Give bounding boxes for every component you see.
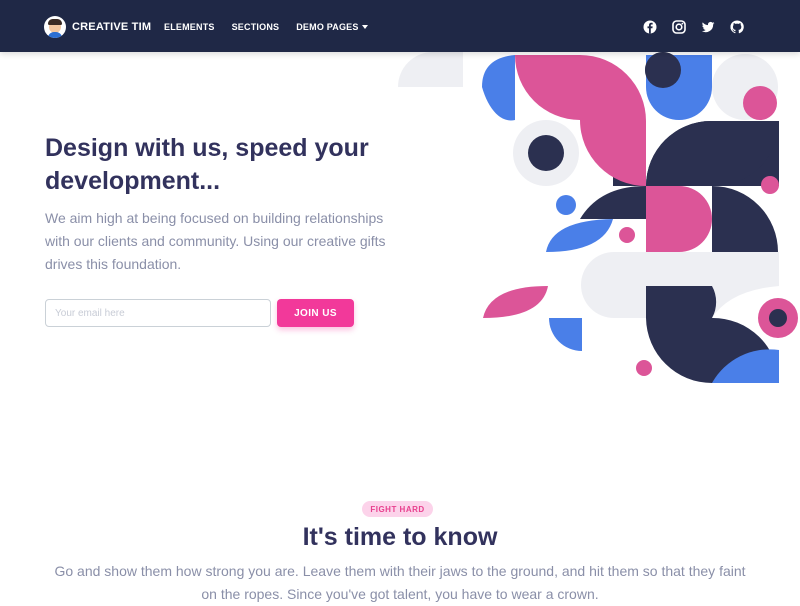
nav-link-elements[interactable]: ELEMENTS [164,22,215,32]
nav-link-sections[interactable]: SECTIONS [232,22,280,32]
social-icons [642,19,758,35]
chevron-down-icon [361,25,368,29]
hero-title: Design with us, speed your development..… [45,134,369,195]
twitter-icon[interactable] [700,19,716,35]
navbar: CREATIVE TIM ELEMENTS SECTIONS DEMO PAGE… [0,0,800,52]
github-icon[interactable] [729,19,745,35]
hero-description: We aim high at being focused on building… [45,210,386,272]
decorative-geometric-art [398,52,798,383]
section-title: It's time to know [302,523,498,551]
nav-link-demo-pages-label: DEMO PAGES [296,22,359,32]
instagram-icon[interactable] [671,19,687,35]
avatar-icon [44,16,66,38]
nav-link-demo-pages[interactable]: DEMO PAGES [296,22,368,32]
facebook-icon[interactable] [642,19,658,35]
section-description: Go and show them how strong you are. Lea… [54,563,746,602]
brand-name: CREATIVE TIM [72,21,152,33]
join-us-button[interactable]: JOIN US [277,299,354,327]
nav-links: ELEMENTS SECTIONS DEMO PAGES [164,22,385,32]
brand[interactable]: CREATIVE TIM [44,16,151,38]
email-input[interactable] [45,299,271,327]
section-badge: FIGHT HARD [362,501,433,517]
